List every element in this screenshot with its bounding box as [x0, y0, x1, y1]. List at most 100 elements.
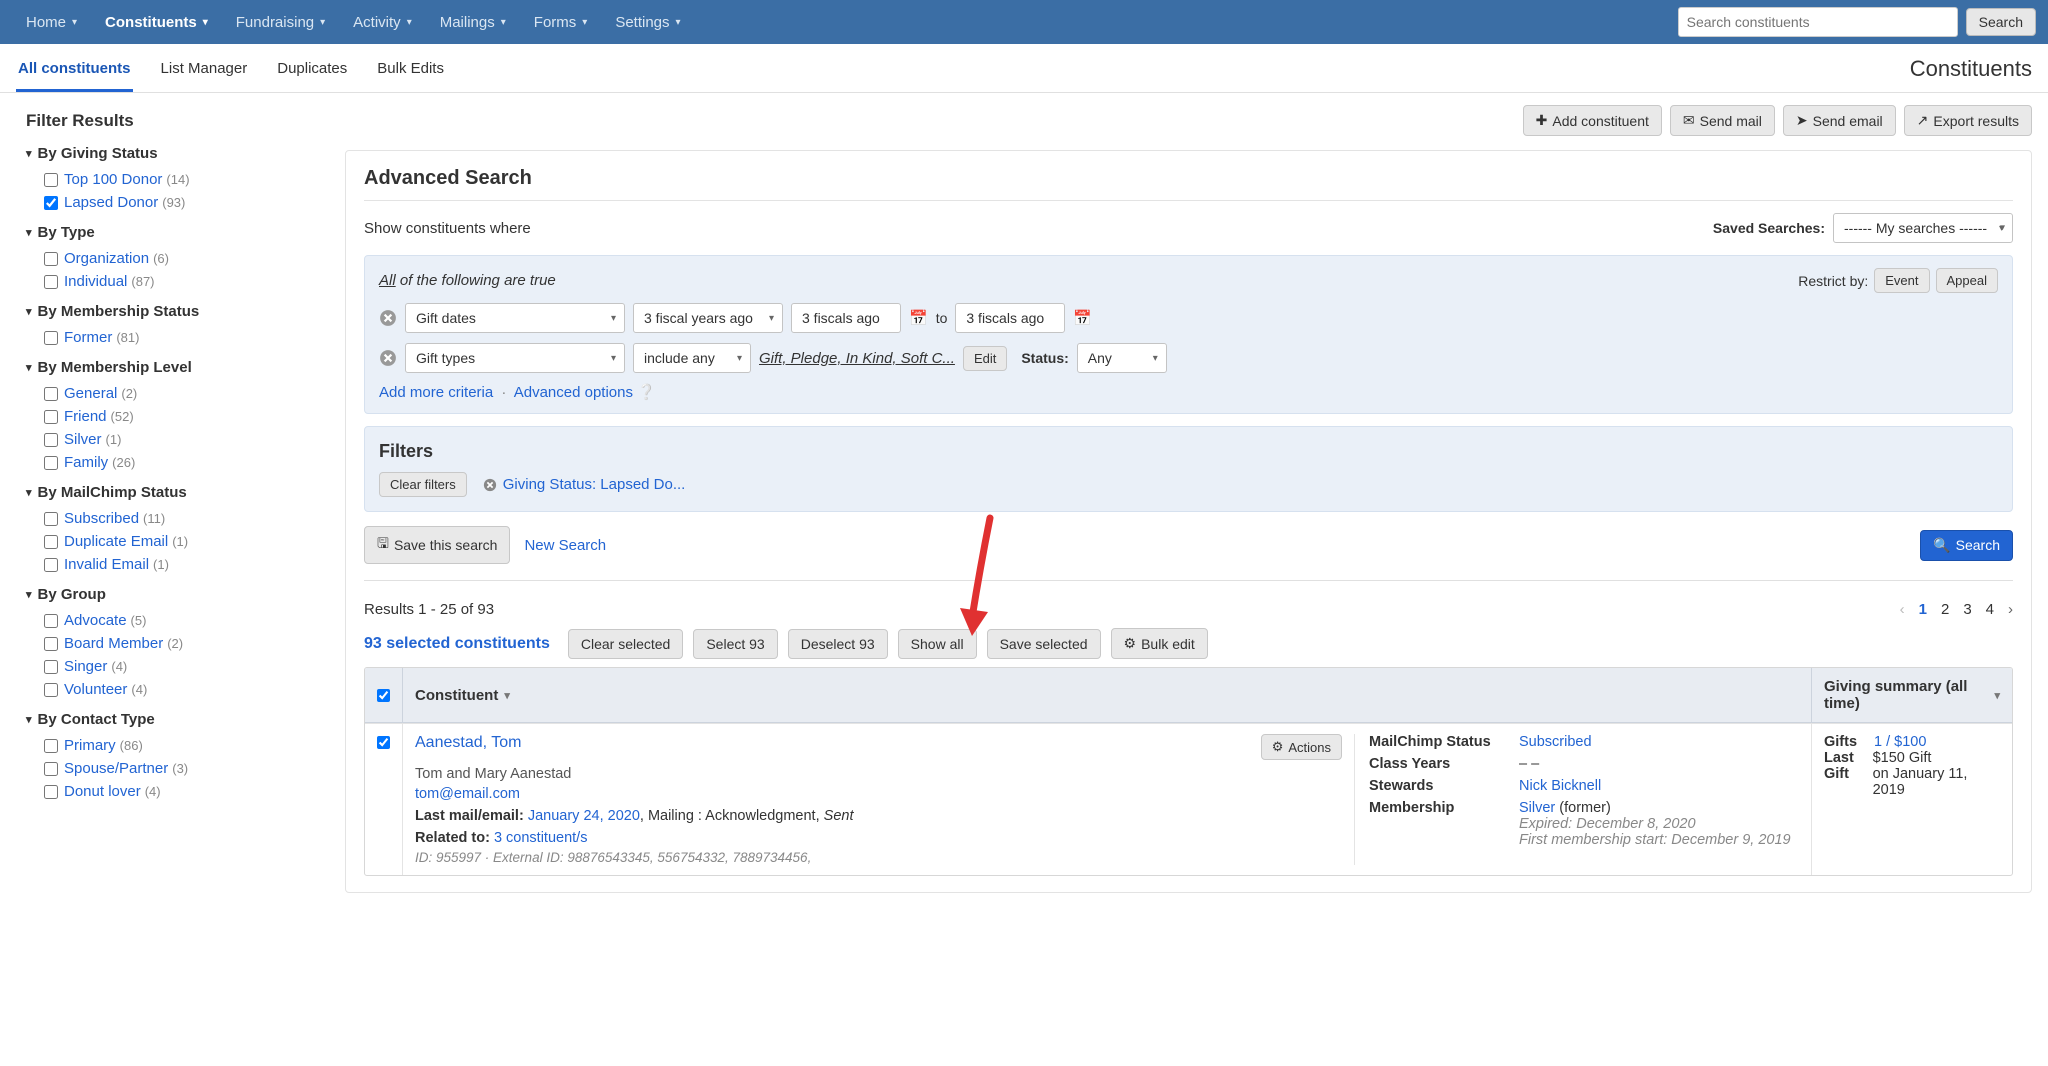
tab-list-manager[interactable]: List Manager	[159, 54, 250, 92]
calendar-icon[interactable]: 📅	[1073, 309, 1092, 327]
filter-group-heading[interactable]: By Membership Level	[26, 359, 319, 376]
mode-select[interactable]: include any	[633, 343, 751, 373]
filter-label[interactable]: Subscribed	[64, 510, 139, 527]
filter-label[interactable]: Family	[64, 454, 108, 471]
nav-settings[interactable]: Settings▾	[601, 0, 694, 44]
calendar-icon[interactable]: 📅	[909, 309, 928, 327]
nav-fundraising[interactable]: Fundraising▾	[222, 0, 339, 44]
filter-group-heading[interactable]: By Contact Type	[26, 711, 319, 728]
page-4[interactable]: 4	[1986, 601, 1994, 618]
gift-types-list[interactable]: Gift, Pledge, In Kind, Soft C...	[759, 350, 955, 367]
filter-label[interactable]: Volunteer	[64, 681, 127, 698]
last-mail-date-link[interactable]: January 24, 2020	[528, 808, 640, 824]
select-all-checkbox[interactable]	[377, 689, 390, 702]
filter-label[interactable]: Invalid Email	[64, 556, 149, 573]
filter-group-heading[interactable]: By Type	[26, 224, 319, 241]
filter-label[interactable]: Lapsed Donor	[64, 194, 158, 211]
advanced-options-link[interactable]: Advanced options	[514, 384, 633, 401]
gifts-value-link[interactable]: 1 / $100	[1874, 734, 1926, 750]
filter-checkbox[interactable]	[44, 785, 58, 799]
filter-label[interactable]: Top 100 Donor	[64, 171, 162, 188]
nav-forms[interactable]: Forms▾	[520, 0, 602, 44]
filter-checkbox[interactable]	[44, 410, 58, 424]
restrict-event-button[interactable]: Event	[1874, 268, 1929, 293]
filter-checkbox[interactable]	[44, 512, 58, 526]
range-select[interactable]: 3 fiscal years ago	[633, 303, 783, 333]
search-button[interactable]: 🔍Search	[1920, 530, 2013, 561]
filter-label[interactable]: Spouse/Partner	[64, 760, 168, 777]
filter-label[interactable]: General	[64, 385, 117, 402]
tab-bulk-edits[interactable]: Bulk Edits	[375, 54, 446, 92]
filter-group-heading[interactable]: By Membership Status	[26, 303, 319, 320]
filter-checkbox[interactable]	[44, 433, 58, 447]
edit-types-button[interactable]: Edit	[963, 346, 1007, 371]
global-search-input[interactable]	[1678, 7, 1958, 37]
filter-label[interactable]: Primary	[64, 737, 116, 754]
bulk-edit-button[interactable]: ⚙Bulk edit	[1111, 628, 1208, 659]
filter-group-heading[interactable]: By MailChimp Status	[26, 484, 319, 501]
save-search-button[interactable]: 🖫Save this search	[364, 526, 510, 564]
save-selected-button[interactable]: Save selected	[987, 629, 1101, 659]
filter-group-heading[interactable]: By Group	[26, 586, 319, 603]
steward-link[interactable]: Nick Bicknell	[1519, 778, 1601, 794]
send-email-button[interactable]: ➤Send email	[1783, 105, 1896, 136]
saved-searches-select[interactable]: ------ My searches ------	[1833, 213, 2013, 243]
filter-label[interactable]: Donut lover	[64, 783, 141, 800]
filter-label[interactable]: Silver	[64, 431, 102, 448]
filter-checkbox[interactable]	[44, 387, 58, 401]
deselect-all-button[interactable]: Deselect 93	[788, 629, 888, 659]
export-results-button[interactable]: ↗Export results	[1904, 105, 2032, 136]
filter-checkbox[interactable]	[44, 275, 58, 289]
restrict-appeal-button[interactable]: Appeal	[1936, 268, 1998, 293]
filter-checkbox[interactable]	[44, 558, 58, 572]
new-search-link[interactable]: New Search	[524, 537, 606, 554]
tab-all-constituents[interactable]: All constituents	[16, 54, 133, 92]
remove-criteria-icon[interactable]	[379, 349, 397, 367]
status-select[interactable]: Any	[1077, 343, 1167, 373]
constituent-email-link[interactable]: tom@email.com	[415, 786, 520, 802]
from-date-input[interactable]: 3 fiscals ago	[791, 303, 901, 333]
filter-checkbox[interactable]	[44, 535, 58, 549]
filter-checkbox[interactable]	[44, 331, 58, 345]
filter-checkbox[interactable]	[44, 739, 58, 753]
mailchimp-status-link[interactable]: Subscribed	[1519, 734, 1592, 750]
filter-checkbox[interactable]	[44, 173, 58, 187]
clear-filters-button[interactable]: Clear filters	[379, 472, 467, 497]
tab-duplicates[interactable]: Duplicates	[275, 54, 349, 92]
filter-label[interactable]: Former	[64, 329, 112, 346]
constituent-name-link[interactable]: Aanestad, Tom	[415, 734, 521, 752]
nav-home[interactable]: Home▾	[12, 0, 91, 44]
filter-checkbox[interactable]	[44, 683, 58, 697]
row-actions-button[interactable]: ⚙Actions	[1261, 734, 1342, 760]
next-page-icon[interactable]: ›	[2008, 601, 2013, 618]
field-select-gift-types[interactable]: Gift types	[405, 343, 625, 373]
row-checkbox[interactable]	[377, 736, 390, 749]
filter-label[interactable]: Board Member	[64, 635, 163, 652]
filter-group-heading[interactable]: By Giving Status	[26, 145, 319, 162]
filter-checkbox[interactable]	[44, 614, 58, 628]
filter-checkbox[interactable]	[44, 762, 58, 776]
membership-link[interactable]: Silver	[1519, 800, 1555, 816]
filter-checkbox[interactable]	[44, 456, 58, 470]
filter-label[interactable]: Singer	[64, 658, 107, 675]
global-search-button[interactable]: Search	[1966, 8, 2036, 36]
filter-chip-giving-status[interactable]: Giving Status: Lapsed Do...	[481, 476, 686, 494]
show-all-button[interactable]: Show all	[898, 629, 977, 659]
add-more-criteria-link[interactable]: Add more criteria	[379, 384, 493, 401]
filter-label[interactable]: Duplicate Email	[64, 533, 168, 550]
nav-activity[interactable]: Activity▾	[339, 0, 426, 44]
filter-label[interactable]: Friend	[64, 408, 107, 425]
remove-chip-icon[interactable]	[481, 476, 499, 494]
clear-selected-button[interactable]: Clear selected	[568, 629, 684, 659]
filter-label[interactable]: Individual	[64, 273, 127, 290]
page-2[interactable]: 2	[1941, 601, 1949, 618]
col-giving-header[interactable]: Giving summary (all time) ▾	[1812, 668, 2012, 722]
page-3[interactable]: 3	[1963, 601, 1971, 618]
filter-checkbox[interactable]	[44, 196, 58, 210]
add-constituent-button[interactable]: ✚Add constituent	[1523, 105, 1662, 136]
col-constituent-header[interactable]: Constituent▾	[403, 668, 1812, 722]
nav-mailings[interactable]: Mailings▾	[426, 0, 520, 44]
filter-checkbox[interactable]	[44, 660, 58, 674]
related-link[interactable]: 3 constituent/s	[494, 830, 588, 846]
help-icon[interactable]: ❔	[637, 384, 656, 401]
